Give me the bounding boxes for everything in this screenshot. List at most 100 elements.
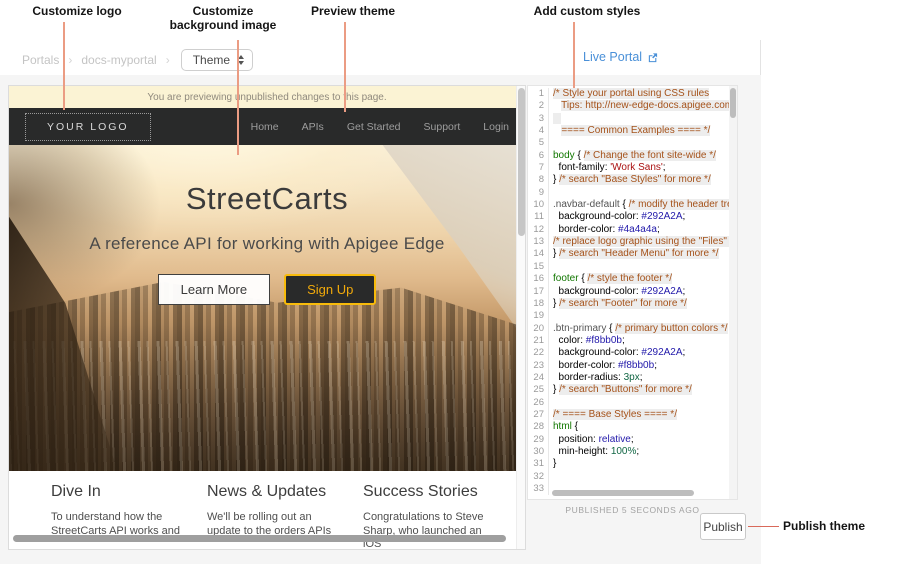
work-panel: You are previewing unpublished changes t…: [0, 75, 761, 564]
editor-line: 6body { /* Change the font site-wide */: [528, 150, 737, 162]
editor-line-number: 2: [528, 100, 548, 112]
editor-line-number: 7: [528, 162, 548, 174]
editor-line-code: border-radius: 3px;: [548, 372, 729, 384]
editor-line: 31}: [528, 458, 737, 470]
editor-line-number: 23: [528, 360, 548, 372]
breadcrumb-portals[interactable]: Portals: [22, 53, 59, 67]
learn-more-button[interactable]: Learn More: [158, 274, 270, 305]
editor-line-code: [548, 310, 729, 322]
preview-horizontal-scrollbar[interactable]: [9, 535, 518, 543]
callout-line-customize-background: [237, 40, 239, 155]
preview-vertical-scrollbar[interactable]: [516, 86, 525, 549]
hero-content: StreetCarts A reference API for working …: [9, 181, 525, 305]
editor-line-number: 15: [528, 261, 548, 273]
portal-nav-get-started[interactable]: Get Started: [347, 121, 401, 133]
editor-line: 3: [528, 113, 737, 125]
editor-line: 28html {: [528, 421, 737, 433]
portal-section-text: We'll be rolling out an update to the or…: [207, 511, 347, 538]
callout-line-publish-theme: [748, 526, 779, 527]
editor-lines: 1/* Style your portal using CSS rules2 T…: [528, 88, 737, 495]
annotation-customize-logo: Customize logo: [32, 4, 121, 18]
editor-line-number: 26: [528, 397, 548, 409]
hero-title: StreetCarts: [9, 181, 525, 217]
editor-line-number: 1: [528, 88, 548, 100]
editor-vertical-scroll-thumb[interactable]: [730, 88, 736, 118]
editor-line: 27/* ==== Base Styles ==== */: [528, 409, 737, 421]
editor-line: 21 color: #f8bb0b;: [528, 335, 737, 347]
editor-line: 5: [528, 137, 737, 149]
editor-line: 16footer { /* style the footer */: [528, 273, 737, 285]
breadcrumb: Portals › docs-myportal › Theme: [22, 49, 253, 71]
portal-section-heading: Dive In: [51, 483, 191, 501]
editor-line: 1/* Style your portal using CSS rules: [528, 88, 737, 100]
portal-nav-support[interactable]: Support: [424, 121, 461, 133]
editor-line-code: color: #f8bb0b;: [548, 335, 729, 347]
editor-line-code: [548, 137, 729, 149]
editor-line-number: 9: [528, 187, 548, 199]
editor-line-number: 31: [528, 458, 548, 470]
editor-line: 17 background-color: #292A2A;: [528, 286, 737, 298]
editor-horizontal-scroll-thumb[interactable]: [552, 490, 694, 496]
editor-line-code: } /* search "Buttons" for more */: [548, 384, 729, 396]
editor-line: 13/* replace logo graphic using the "Fil…: [528, 236, 737, 248]
theme-editor-page: Customize logo Customize background imag…: [0, 0, 900, 584]
editor-line-number: 11: [528, 211, 548, 223]
portal-preview: You are previewing unpublished changes t…: [8, 85, 526, 550]
portal-section-text: Congratulations to Steve Sharp, who laun…: [363, 511, 503, 550]
editor-line-code: background-color: #292A2A;: [548, 211, 729, 223]
editor-line-number: 18: [528, 298, 548, 310]
annotation-customize-background-line2: background image: [170, 18, 277, 32]
editor-line-code: /* ==== Base Styles ==== */: [548, 409, 729, 421]
portal-nav-home[interactable]: Home: [251, 121, 279, 133]
editor-line: 22 background-color: #292A2A;: [528, 347, 737, 359]
editor-line-number: 24: [528, 372, 548, 384]
editor-line: 2 Tips: http://new-edge-docs.apigee.com/: [528, 100, 737, 112]
portal-navbar: YOUR LOGO Home APIs Get Started Support Logi…: [9, 108, 525, 145]
callout-line-add-custom-styles: [573, 22, 575, 88]
editor-line: 23 border-color: #f8bb0b;: [528, 360, 737, 372]
theme-select[interactable]: Theme: [181, 49, 253, 71]
editor-line: 14} /* search "Header Menu" for more */: [528, 248, 737, 260]
editor-line-code: /* Style your portal using CSS rules: [548, 88, 729, 100]
editor-line-code: border-color: #f8bb0b;: [548, 360, 729, 372]
portal-nav-login[interactable]: Login: [483, 121, 509, 133]
portal-nav-links: Home APIs Get Started Support Login: [251, 121, 509, 133]
hero-section: StreetCarts A reference API for working …: [9, 145, 525, 471]
live-portal-link[interactable]: Live Portal: [583, 50, 658, 64]
editor-line: 19: [528, 310, 737, 322]
editor-line: 18} /* search "Footer" for more */: [528, 298, 737, 310]
editor-line: 15: [528, 261, 737, 273]
editor-line: 24 border-radius: 3px;: [528, 372, 737, 384]
editor-line: 7 font-family: 'Work Sans';: [528, 162, 737, 174]
editor-line-code: position: relative;: [548, 434, 729, 446]
editor-line-number: 8: [528, 174, 548, 186]
portal-nav-apis[interactable]: APIs: [302, 121, 324, 133]
editor-line-number: 16: [528, 273, 548, 285]
live-portal-label: Live Portal: [583, 50, 642, 64]
editor-line: 32: [528, 471, 737, 483]
callout-line-preview-theme: [344, 22, 346, 112]
portal-logo-placeholder[interactable]: YOUR LOGO: [25, 113, 151, 141]
preview-horizontal-scroll-thumb[interactable]: [13, 535, 506, 542]
unpublished-changes-banner: You are previewing unpublished changes t…: [9, 86, 525, 108]
breadcrumb-portal-name[interactable]: docs-myportal: [81, 53, 156, 67]
editor-line-code: [548, 113, 729, 125]
editor-line-number: 25: [528, 384, 548, 396]
css-code-editor[interactable]: 1/* Style your portal using CSS rules2 T…: [527, 85, 738, 500]
editor-line: 29 position: relative;: [528, 434, 737, 446]
editor-line: 25} /* search "Buttons" for more */: [528, 384, 737, 396]
chevron-right-icon: ›: [166, 53, 170, 67]
editor-vertical-scrollbar[interactable]: [729, 86, 737, 499]
editor-line-code: Tips: http://new-edge-docs.apigee.com/: [548, 100, 729, 112]
editor-line-code: } /* search "Base Styles" for more */: [548, 174, 729, 186]
sign-up-button[interactable]: Sign Up: [284, 274, 376, 305]
editor-line-number: 13: [528, 236, 548, 248]
editor-line-number: 28: [528, 421, 548, 433]
external-link-icon: [647, 52, 658, 63]
editor-line-number: 6: [528, 150, 548, 162]
editor-line-code: .btn-primary { /* primary button colors …: [548, 323, 729, 335]
portal-section-heading: Success Stories: [363, 483, 503, 501]
editor-line-code: [548, 261, 729, 273]
publish-button[interactable]: Publish: [700, 513, 746, 540]
editor-line-number: 3: [528, 113, 548, 125]
